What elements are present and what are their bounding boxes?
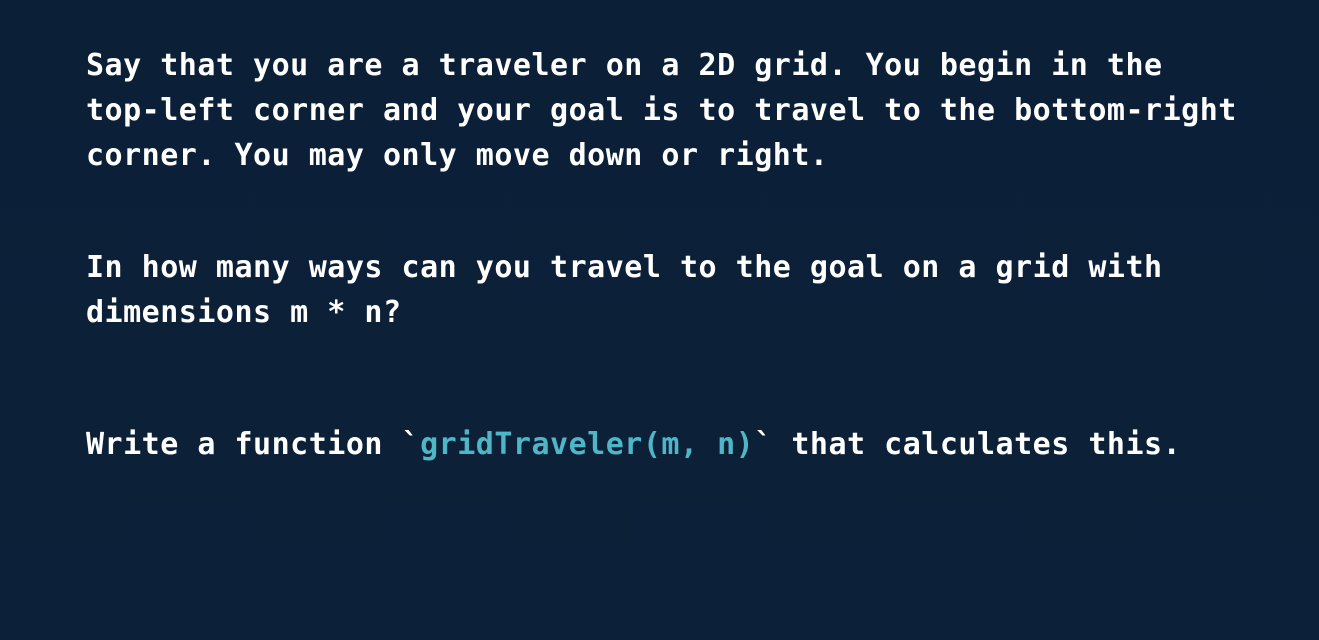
question-line-2: dimensions m * n? (86, 295, 402, 330)
question-line-1: In how many ways can you travel to the g… (86, 250, 1163, 285)
problem-question: In how many ways can you travel to the g… (86, 245, 1163, 335)
slide: Say that you are a traveler on a 2D grid… (0, 0, 1319, 640)
function-signature: gridTraveler(m, n) (420, 427, 755, 462)
instruction-prefix: Write a function ` (86, 427, 421, 462)
problem-statement: Say that you are a traveler on a 2D grid… (86, 43, 1237, 178)
statement-line-3: corner. You may only move down or right. (86, 138, 829, 173)
instruction-suffix: ` that calculates this. (754, 427, 1182, 462)
task-instruction: Write a function `gridTraveler(m, n)` th… (86, 422, 1181, 467)
statement-line-2: top-left corner and your goal is to trav… (86, 93, 1237, 128)
statement-line-1: Say that you are a traveler on a 2D grid… (86, 48, 1163, 83)
